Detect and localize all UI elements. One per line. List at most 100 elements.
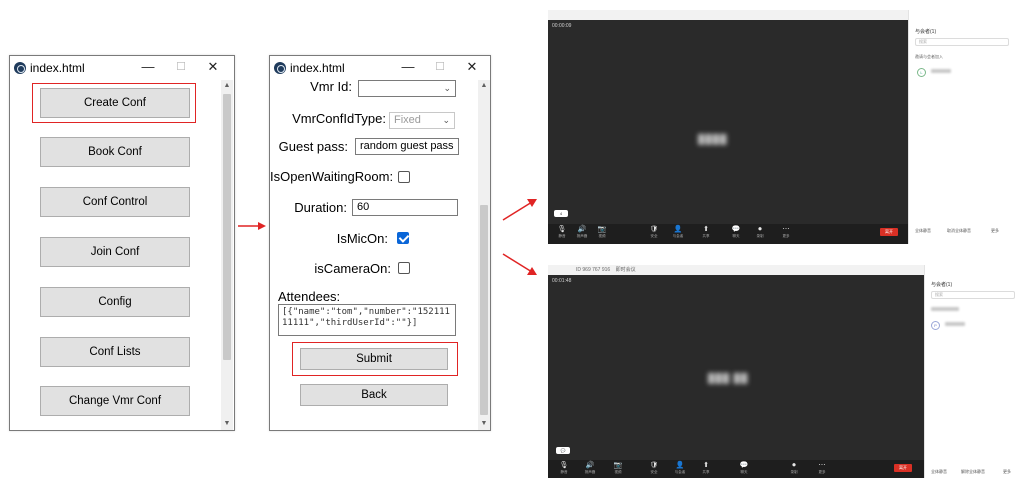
video-icon[interactable]: 📷 视频 xyxy=(594,226,610,239)
config-button[interactable]: Config xyxy=(40,287,190,317)
book-conf-button[interactable]: Book Conf xyxy=(40,137,190,167)
meeting-id: ID 969 767 916 xyxy=(576,267,611,273)
speaker-icon[interactable]: 🔊 扬声器 xyxy=(582,462,598,475)
back-button[interactable]: Back xyxy=(300,384,448,406)
chevron-down-icon: ⌄ xyxy=(443,83,451,93)
close-icon[interactable]: ✕ xyxy=(462,59,482,75)
duration-input[interactable]: 60 xyxy=(352,199,458,216)
scroll-up-icon[interactable]: ▲ xyxy=(478,82,490,89)
mic-on-checkbox[interactable] xyxy=(397,232,409,244)
more-button[interactable]: 更多 xyxy=(991,228,999,234)
scroll-down-icon[interactable]: ▼ xyxy=(221,420,233,427)
group-label-blurred xyxy=(931,307,959,311)
participants-icon[interactable]: 👤 与会者 xyxy=(672,462,688,475)
duration-label: Duration: xyxy=(294,200,347,215)
security-icon[interactable]: 🛡 安全 xyxy=(646,226,662,239)
scroll-thumb[interactable] xyxy=(480,205,488,415)
meeting-window-1: 00:00:09 ████ 4 🎙 静音 🔊 扬声器 📷 视频 🛡 安全 👤 与会者 ⬆ 共… xyxy=(548,10,1020,244)
scrollbar[interactable]: ▲ ▼ xyxy=(478,80,490,430)
minimize-icon[interactable]: — xyxy=(138,59,158,75)
join-conf-button[interactable]: Join Conf xyxy=(40,237,190,267)
arrow-up-right-icon xyxy=(502,199,537,221)
waiting-room-checkbox[interactable] xyxy=(398,171,410,183)
close-icon[interactable]: ✕ xyxy=(203,59,223,75)
speaker-name-blurred: ████ xyxy=(698,134,728,144)
chat-count-badge[interactable]: 4 xyxy=(554,210,568,217)
window-titlebar: index.html — ☐ ✕ xyxy=(10,56,234,80)
meeting-window-2: ID 969 767 916 即时会议 00:01:48 ███ ██ 💬 🎙 静… xyxy=(548,265,1020,478)
participant-search-input[interactable]: 搜索 xyxy=(915,38,1009,46)
leave-button[interactable]: 离开 xyxy=(880,228,898,236)
maximize-icon[interactable]: ☐ xyxy=(430,59,450,75)
share-icon[interactable]: ⬆ 共享 xyxy=(698,462,714,475)
waiting-room-label: IsOpenWaitingRoom: xyxy=(270,169,394,184)
more-icon[interactable]: ⋯ 更多 xyxy=(778,226,794,239)
share-icon[interactable]: ⬆ 共享 xyxy=(698,226,714,239)
chevron-down-icon: ⌄ xyxy=(442,115,450,125)
change-vmr-conf-button[interactable]: Change Vmr Conf xyxy=(40,386,190,416)
more-icon[interactable]: ⋯ 更多 xyxy=(814,462,830,475)
participants-title: 与会者(1) xyxy=(915,29,937,35)
attendees-label: Attendees: xyxy=(278,289,341,304)
scrollbar[interactable]: ▲ ▼ xyxy=(221,80,233,430)
participant-name-blurred xyxy=(945,322,965,326)
meeting-toolbar: 🎙 静音 🔊 扬声器 📷 视频 🛡 安全 👤 与会者 ⬆ 共享 💬 聊天 ⏺ 录制 ⋯ 更多 离开 xyxy=(548,460,924,478)
vmr-conf-id-type-value: Fixed xyxy=(394,114,421,126)
unmute-all-button[interactable]: 解除全体静音 xyxy=(961,469,985,475)
guest-pass-label: Guest pass: xyxy=(278,139,348,154)
invite-link[interactable]: 邀请与会者加入 xyxy=(915,54,943,60)
participant-search-input[interactable]: 搜索 xyxy=(931,291,1015,299)
mute-all-button[interactable]: 全体静音 xyxy=(931,469,947,475)
video-stage: 00:00:09 ████ 4 xyxy=(548,20,908,225)
participants-icon[interactable]: 👤 与会者 xyxy=(670,226,686,239)
arrow-down-right-icon xyxy=(502,253,537,275)
video-stage: 00:01:48 ███ ██ 💬 xyxy=(548,275,924,460)
launcher-window: index.html — ☐ ✕ Create Conf Book Conf C… xyxy=(9,55,235,431)
scroll-down-icon[interactable]: ▼ xyxy=(478,420,490,427)
vmr-conf-id-type-select[interactable]: Fixed ⌄ xyxy=(389,112,455,129)
highlight-box xyxy=(32,83,196,123)
browser-icon xyxy=(274,62,286,74)
highlight-box xyxy=(292,342,458,376)
leave-button[interactable]: 离开 xyxy=(894,464,912,472)
security-icon[interactable]: 🛡 安全 xyxy=(646,462,662,475)
camera-on-label: isCameraOn: xyxy=(314,261,391,276)
chat-icon[interactable]: 💬 聊天 xyxy=(736,462,752,475)
chat-icon[interactable]: 💬 聊天 xyxy=(728,226,744,239)
meeting-toolbar: 🎙 静音 🔊 扬声器 📷 视频 🛡 安全 👤 与会者 ⬆ 共享 💬 聊天 ⏺ 录制 ⋯ 更多 离开 xyxy=(548,224,908,244)
meeting-timer: 00:01:48 xyxy=(552,278,572,284)
speaker-name-blurred: ███ ██ xyxy=(708,373,749,383)
window-title: index.html xyxy=(290,61,345,75)
guest-pass-input[interactable]: random guest pass xyxy=(355,138,459,155)
conf-control-button[interactable]: Conf Control xyxy=(40,187,190,217)
participant-name-blurred xyxy=(931,69,951,73)
mute-all-button[interactable]: 全体静音 xyxy=(915,228,931,234)
participant-avatar: L xyxy=(917,68,926,77)
browser-icon xyxy=(14,62,26,74)
scroll-up-icon[interactable]: ▲ xyxy=(221,82,233,89)
conf-lists-button[interactable]: Conf Lists xyxy=(40,337,190,367)
record-icon[interactable]: ⏺ 录制 xyxy=(786,462,802,475)
scroll-thumb[interactable] xyxy=(223,94,231,360)
arrow-right-icon xyxy=(238,222,266,230)
vmr-id-label: Vmr Id: xyxy=(310,79,352,94)
camera-on-checkbox[interactable] xyxy=(398,262,410,274)
chat-bubble-icon[interactable]: 💬 xyxy=(556,447,570,454)
maximize-icon[interactable]: ☐ xyxy=(171,59,191,75)
vmr-conf-id-type-label: VmrConfIdType: xyxy=(292,111,386,126)
participants-title: 与会者(1) xyxy=(931,282,953,288)
more-button[interactable]: 更多 xyxy=(1003,469,1011,475)
vmr-id-select[interactable]: ⌄ xyxy=(358,80,456,97)
window-title: index.html xyxy=(30,61,85,75)
mic-icon[interactable]: 🎙 静音 xyxy=(554,226,570,239)
attendees-textarea[interactable]: [{"name":"tom","number":"15211111111","t… xyxy=(278,304,456,336)
participant-avatar: P xyxy=(931,321,940,330)
participants-panel: 与会者(1) 搜索 P 全体静音 解除全体静音 更多 xyxy=(924,265,1020,478)
speaker-icon[interactable]: 🔊 扬声器 xyxy=(574,226,590,239)
unmute-all-button[interactable]: 取消全体静音 xyxy=(947,228,971,234)
video-icon[interactable]: 📷 视频 xyxy=(610,462,626,475)
minimize-icon[interactable]: — xyxy=(398,59,418,75)
mic-icon[interactable]: 🎙 静音 xyxy=(556,462,572,475)
meeting-title: 即时会议 xyxy=(615,267,636,273)
record-icon[interactable]: ⏺ 录制 xyxy=(752,226,768,239)
